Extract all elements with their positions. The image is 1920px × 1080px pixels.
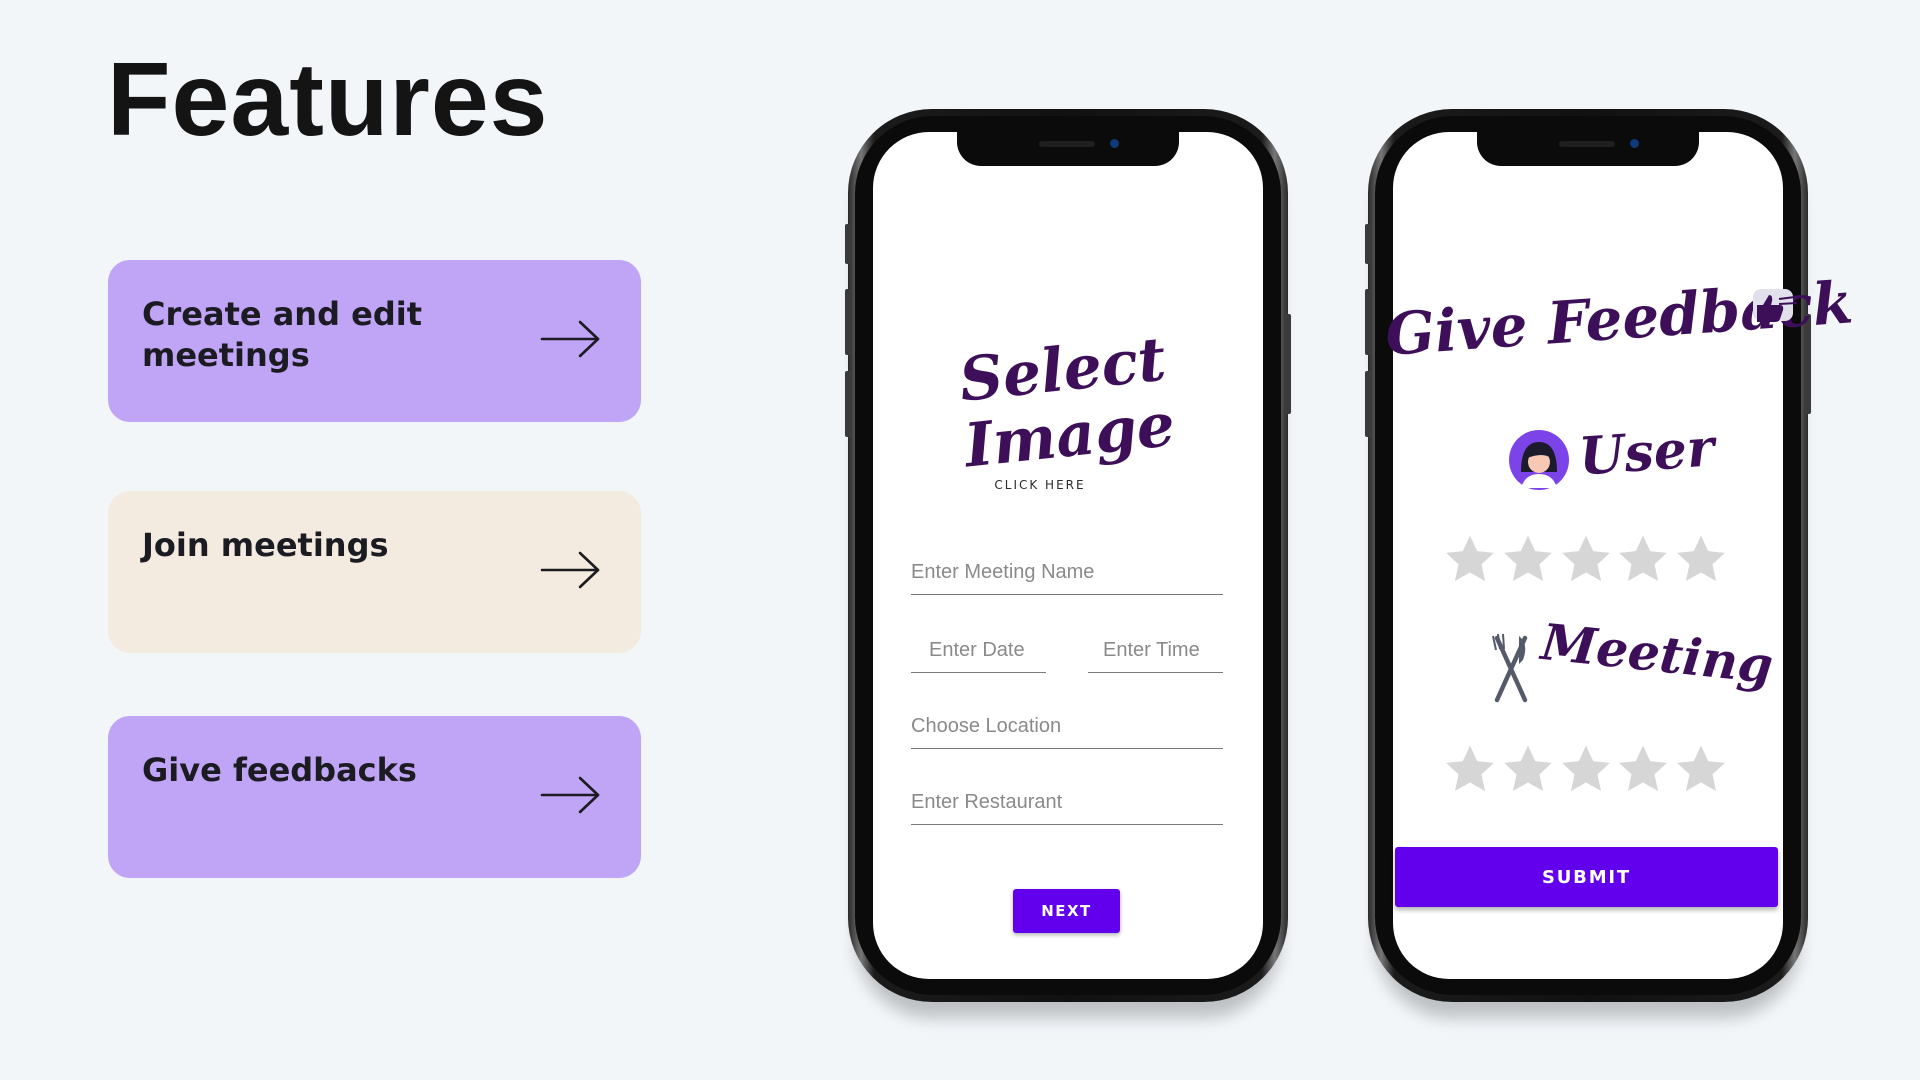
feature-label: Join meetings: [142, 526, 389, 564]
speaker-grille: [1039, 141, 1095, 147]
phone-volume-up: [845, 289, 851, 355]
phone-screen: Give Feedback User Meeting SUBMIT: [1383, 132, 1855, 979]
feature-label: Give feedbacks: [142, 751, 417, 789]
meeting-rating-stars[interactable]: [1443, 742, 1728, 802]
phone-notch: [957, 132, 1179, 166]
camera-icon: [1630, 139, 1639, 148]
arrow-right-icon: [540, 551, 600, 589]
next-button[interactable]: NEXT: [1013, 889, 1120, 933]
user-rating-stars[interactable]: [1443, 532, 1728, 592]
star-icon[interactable]: [1443, 742, 1497, 796]
star-icon[interactable]: [1674, 532, 1728, 586]
page-title: Features: [107, 42, 549, 158]
feature-card-join-meetings[interactable]: Join meetings: [108, 491, 641, 653]
fork-knife-icon: [1492, 633, 1528, 703]
location-input[interactable]: Choose Location: [911, 713, 1223, 749]
star-icon[interactable]: [1616, 532, 1670, 586]
phone-mockup-feedback: Give Feedback User Meeting SUBMIT: [1365, 109, 1855, 1002]
star-icon[interactable]: [1501, 742, 1555, 796]
submit-button[interactable]: SUBMIT: [1395, 847, 1778, 907]
user-rating-label: User: [1577, 417, 1717, 488]
star-icon[interactable]: [1674, 742, 1728, 796]
phone-power-button: [1285, 314, 1291, 414]
phone-volume-down: [1365, 371, 1371, 437]
restaurant-input[interactable]: Enter Restaurant: [911, 789, 1223, 825]
arrow-right-icon: [540, 776, 600, 814]
meeting-name-input[interactable]: Enter Meeting Name: [911, 559, 1223, 595]
phone-notch: [1477, 132, 1699, 166]
phone-mockup-create-meeting: Select Image CLICK HERE Enter Meeting Na…: [845, 109, 1291, 1002]
phone-screen: Select Image CLICK HERE Enter Meeting Na…: [873, 132, 1263, 979]
star-icon[interactable]: [1501, 532, 1555, 586]
phone-volume-up: [1365, 289, 1371, 355]
feature-label: Create and edit meetings: [142, 295, 422, 374]
thumbs-up-icon: [1753, 289, 1798, 322]
click-here-hint: CLICK HERE: [994, 478, 1086, 492]
time-input[interactable]: Enter Time: [1088, 637, 1223, 673]
select-image-button[interactable]: Select Image: [955, 325, 1178, 482]
meeting-rating-label: Meeting: [1538, 612, 1776, 695]
date-input[interactable]: Enter Date: [911, 637, 1046, 673]
star-icon[interactable]: [1559, 532, 1613, 586]
feature-card-create-edit-meetings[interactable]: Create and edit meetings: [108, 260, 641, 422]
phone-volume-down: [845, 371, 851, 437]
star-icon[interactable]: [1559, 742, 1613, 796]
star-icon[interactable]: [1616, 742, 1670, 796]
arrow-right-icon: [540, 320, 600, 358]
camera-icon: [1110, 139, 1119, 148]
phone-mute-switch: [845, 224, 851, 264]
feedback-title: Give Feedback: [1383, 268, 1856, 369]
star-icon[interactable]: [1443, 532, 1497, 586]
speaker-grille: [1559, 141, 1615, 147]
phone-mute-switch: [1365, 224, 1371, 264]
feature-card-give-feedbacks[interactable]: Give feedbacks: [108, 716, 641, 878]
user-avatar-icon: [1509, 430, 1569, 490]
